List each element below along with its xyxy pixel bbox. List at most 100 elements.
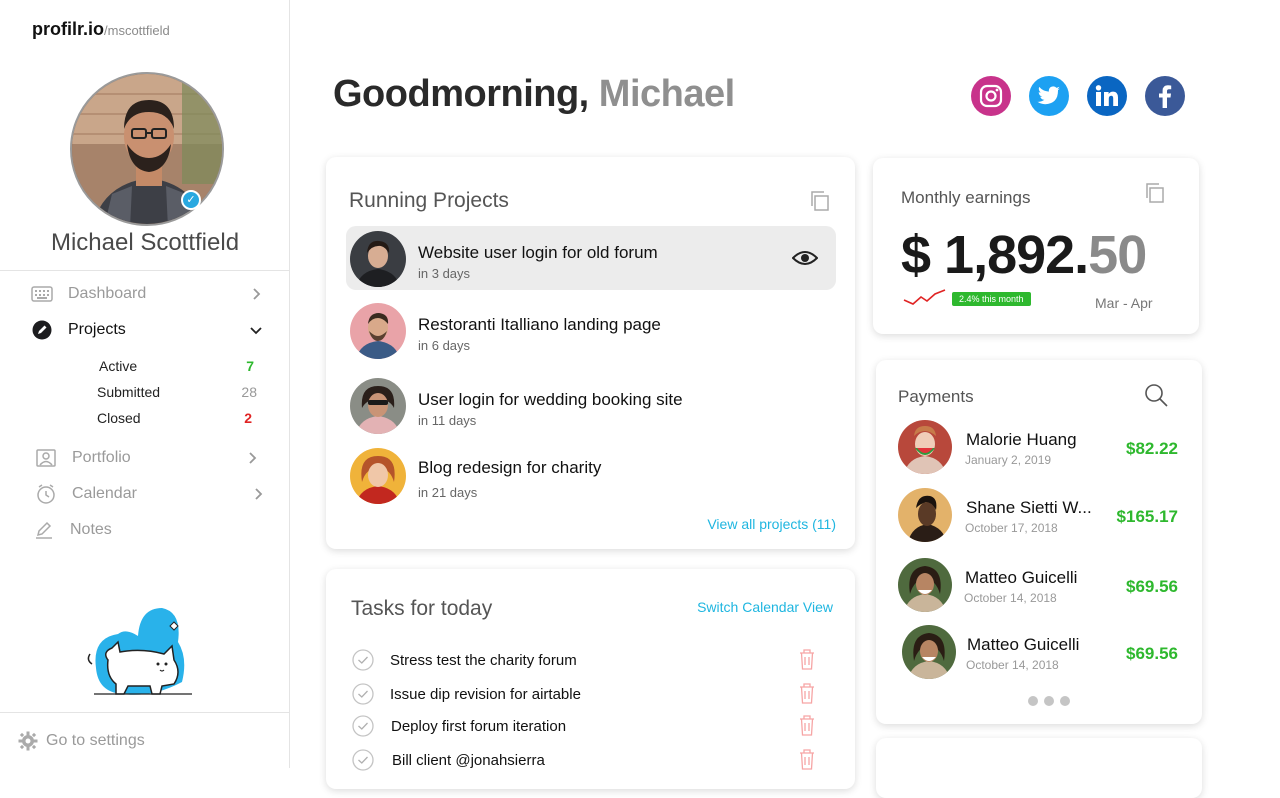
sub-item-label: Closed bbox=[97, 410, 141, 426]
payment-name: Matteo Guicelli bbox=[965, 568, 1078, 587]
gear-icon bbox=[18, 731, 38, 751]
keyboard-icon bbox=[30, 282, 54, 306]
payment-row[interactable]: Matteo Guicelli October 14, 2018 $69.56 bbox=[898, 558, 1188, 614]
pencil-circle-icon bbox=[30, 318, 54, 342]
payment-date: October 17, 2018 bbox=[965, 521, 1058, 535]
project-avatar bbox=[350, 448, 406, 504]
nav-portfolio-label: Portfolio bbox=[72, 449, 131, 466]
eye-icon[interactable] bbox=[792, 248, 818, 268]
running-projects-card: Running Projects Website user login for … bbox=[326, 157, 855, 549]
tasks-title: Tasks for today bbox=[351, 597, 493, 620]
chevron-right-icon bbox=[253, 288, 261, 300]
pagination-dot[interactable] bbox=[1044, 696, 1054, 706]
task-row[interactable]: Deploy first forum iteration bbox=[352, 713, 814, 739]
check-circle-icon[interactable] bbox=[352, 649, 374, 671]
nav-projects-label: Projects bbox=[68, 321, 126, 338]
sub-item-count: 2 bbox=[244, 410, 252, 426]
settings-link[interactable]: Go to settings bbox=[18, 731, 145, 751]
trash-icon[interactable] bbox=[797, 714, 817, 736]
task-row[interactable]: Bill client @jonahsierra bbox=[352, 747, 814, 773]
sidebar: profilr.io/mscottfield ✓ Michael Scottfi… bbox=[0, 0, 290, 768]
monthly-earnings-card: Monthly earnings $ 1,892.50 2.4% this mo… bbox=[873, 158, 1199, 334]
chevron-right-icon bbox=[249, 452, 257, 464]
project-avatar bbox=[350, 378, 406, 434]
page-title: Goodmorning, Michael bbox=[333, 73, 735, 116]
nav-portfolio[interactable]: Portfolio bbox=[30, 443, 270, 473]
search-icon[interactable] bbox=[1144, 383, 1168, 407]
pagination-dot[interactable] bbox=[1028, 696, 1038, 706]
payment-row[interactable]: Malorie Huang January 2, 2019 $82.22 bbox=[898, 420, 1188, 476]
project-due: in 6 days bbox=[418, 338, 471, 353]
check-circle-icon[interactable] bbox=[352, 683, 374, 705]
payment-amount: $69.56 bbox=[1126, 644, 1178, 663]
partial-card bbox=[876, 738, 1202, 798]
avatar[interactable] bbox=[70, 72, 224, 226]
payment-amount: $82.22 bbox=[1126, 439, 1178, 458]
sub-item-count: 28 bbox=[241, 384, 257, 400]
cat-illustration bbox=[87, 608, 192, 695]
nav-dashboard-label: Dashboard bbox=[68, 285, 147, 302]
project-due: in 21 days bbox=[418, 485, 478, 500]
earnings-title: Monthly earnings bbox=[901, 188, 1031, 207]
payment-name: Malorie Huang bbox=[966, 430, 1077, 449]
brand-name: profilr.io bbox=[32, 19, 104, 39]
task-row[interactable]: Stress test the charity forum bbox=[352, 647, 814, 673]
sub-item-closed[interactable]: Closed 2 bbox=[97, 407, 257, 429]
project-due: in 3 days bbox=[418, 266, 471, 281]
project-row[interactable]: User login for wedding booking site in 1… bbox=[346, 373, 836, 437]
pagination-dots bbox=[1028, 696, 1070, 706]
payment-avatar bbox=[898, 420, 952, 474]
earnings-amount-cents: 50 bbox=[1088, 225, 1147, 285]
task-row[interactable]: Issue dip revision for airtable bbox=[352, 681, 814, 707]
nav-dashboard[interactable]: Dashboard bbox=[30, 279, 270, 309]
payment-amount: $165.17 bbox=[1116, 507, 1178, 526]
pagination-dot[interactable] bbox=[1060, 696, 1070, 706]
brand-logo[interactable]: profilr.io/mscottfield bbox=[32, 19, 170, 40]
payment-name: Shane Sietti W... bbox=[966, 498, 1092, 517]
project-avatar bbox=[350, 231, 406, 287]
nav-projects[interactable]: Projects bbox=[30, 315, 270, 345]
earnings-amount: $ 1,892.50 bbox=[901, 224, 1147, 286]
project-title: Restoranti Italliano landing page bbox=[418, 315, 661, 334]
task-text: Deploy first forum iteration bbox=[391, 717, 567, 735]
instagram-icon[interactable] bbox=[971, 76, 1011, 116]
project-title: Blog redesign for charity bbox=[418, 458, 602, 477]
settings-label: Go to settings bbox=[46, 732, 145, 749]
linkedin-icon[interactable] bbox=[1087, 76, 1127, 116]
payment-avatar bbox=[898, 488, 952, 542]
nav-calendar[interactable]: Calendar bbox=[30, 479, 270, 509]
trend-up-icon bbox=[903, 289, 946, 305]
earnings-period: Mar - Apr bbox=[1095, 295, 1153, 311]
trash-icon[interactable] bbox=[797, 648, 817, 670]
trend-badge: 2.4% this month bbox=[952, 292, 1031, 306]
sub-item-active[interactable]: Active 7 bbox=[97, 355, 257, 377]
earnings-amount-main: $ 1,892. bbox=[901, 225, 1089, 285]
payment-avatar bbox=[902, 625, 956, 679]
chevron-right-icon bbox=[255, 488, 263, 500]
payment-date: January 2, 2019 bbox=[965, 453, 1052, 467]
brand-handle: /mscottfield bbox=[104, 23, 170, 38]
trash-icon[interactable] bbox=[797, 748, 817, 770]
project-row[interactable]: Blog redesign for charity in 21 days bbox=[346, 443, 836, 507]
project-row[interactable]: Restoranti Italliano landing page in 6 d… bbox=[346, 298, 836, 362]
copy-icon[interactable] bbox=[1144, 182, 1166, 204]
project-row[interactable]: Website user login for old forum in 3 da… bbox=[346, 226, 836, 290]
task-text: Bill client @jonahsierra bbox=[392, 751, 545, 769]
check-circle-icon[interactable] bbox=[352, 715, 374, 737]
payment-row[interactable]: Shane Sietti W... October 17, 2018 $165.… bbox=[898, 488, 1188, 544]
switch-calendar-view-link[interactable]: Switch Calendar View bbox=[697, 599, 833, 615]
trash-icon[interactable] bbox=[797, 682, 817, 704]
payment-date: October 14, 2018 bbox=[964, 591, 1057, 605]
facebook-icon[interactable] bbox=[1145, 76, 1185, 116]
running-projects-title: Running Projects bbox=[349, 189, 509, 212]
nav-notes[interactable]: Notes bbox=[30, 515, 270, 545]
sub-item-count: 7 bbox=[246, 358, 254, 374]
tasks-card: Tasks for today Switch Calendar View Str… bbox=[326, 569, 855, 789]
divider bbox=[0, 270, 290, 271]
task-text: Stress test the charity forum bbox=[390, 651, 577, 669]
payment-row[interactable]: Matteo Guicelli October 14, 2018 $69.56 bbox=[898, 625, 1188, 681]
copy-icon[interactable] bbox=[809, 190, 831, 212]
sub-item-submitted[interactable]: Submitted 28 bbox=[97, 381, 257, 403]
twitter-icon[interactable] bbox=[1029, 76, 1069, 116]
view-all-projects-link[interactable]: View all projects (11) bbox=[707, 516, 836, 532]
